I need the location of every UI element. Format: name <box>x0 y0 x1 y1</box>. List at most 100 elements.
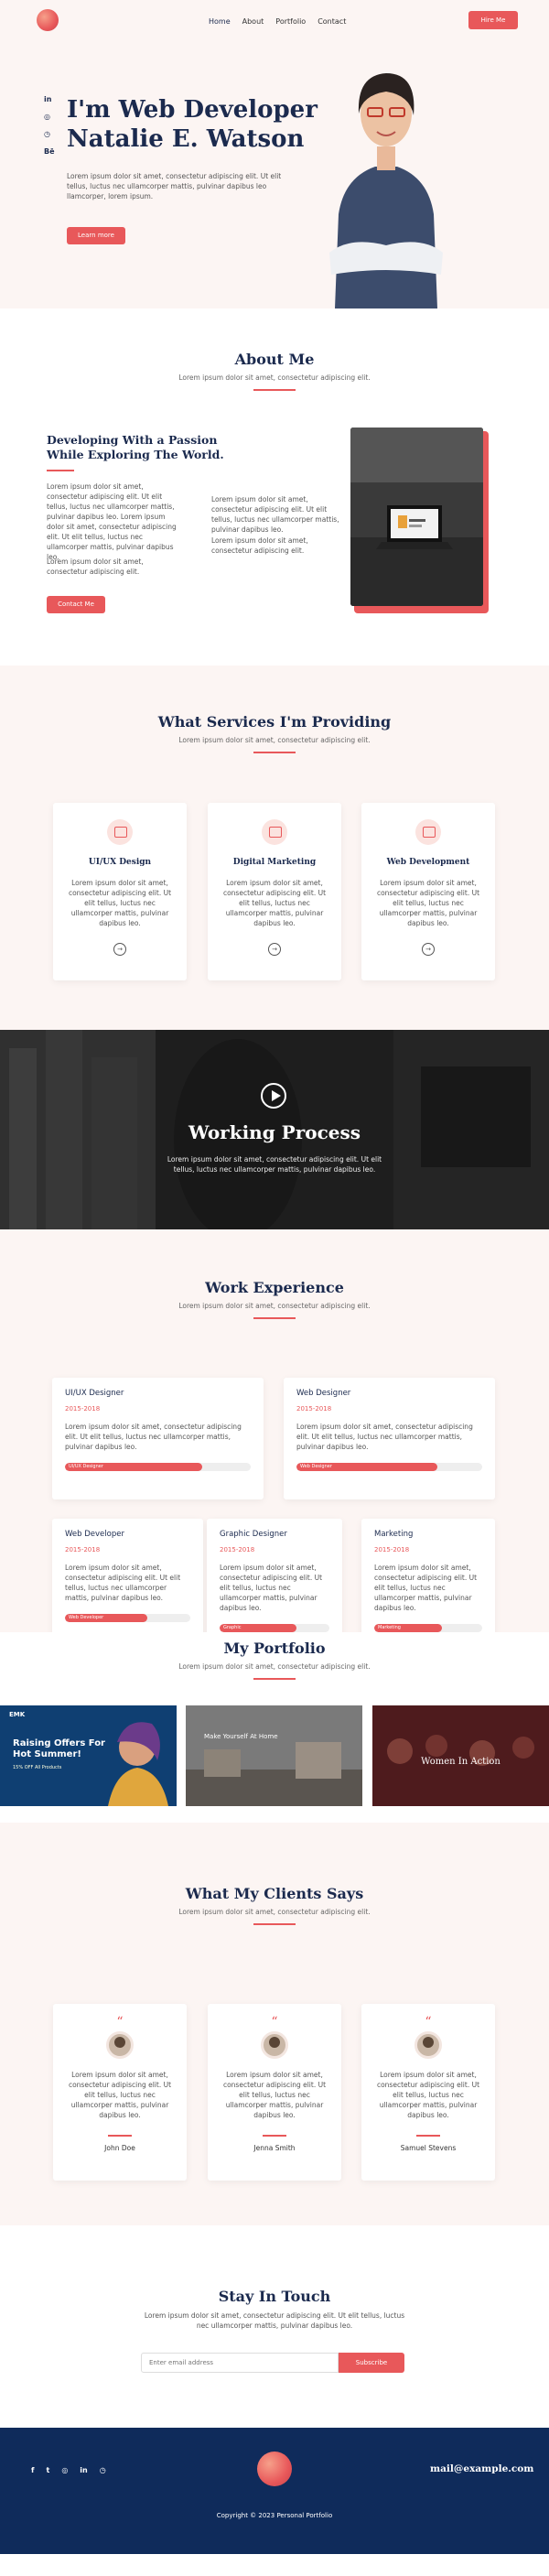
email-input[interactable] <box>141 2353 339 2373</box>
hero-social-links: in ◎ ◷ Bē <box>44 95 55 156</box>
skill-bar-fill: Web Developer <box>65 1614 148 1622</box>
portfolio-headline: Raising Offers For Hot Summer! <box>13 1738 105 1760</box>
testimonial-divider <box>108 2135 132 2137</box>
portfolio-item[interactable]: Make Yourself At Home <box>186 1705 362 1806</box>
client-name: Samuel Stevens <box>400 2144 457 2152</box>
job-description: Lorem ipsum dolor sit amet, consectetur … <box>296 1423 473 1451</box>
avatar <box>261 2031 288 2059</box>
about-heading-divider <box>47 470 74 471</box>
service-text: Lorem ipsum dolor sit amet, consectetur … <box>222 879 327 927</box>
quote-icon: “ <box>116 2015 124 2029</box>
job-title: Web Developer <box>65 1530 124 1539</box>
avatar <box>106 2031 134 2059</box>
testimonial-text: Lorem ipsum dolor sit amet, consectetur … <box>222 2071 327 2119</box>
main-nav: Home About Portfolio Contact <box>209 17 346 26</box>
experience-card: Web Designer 2015-2018 Lorem ipsum dolor… <box>284 1378 495 1499</box>
section-divider <box>253 752 296 753</box>
about-heading: Developing With a Passion While Explorin… <box>47 433 224 462</box>
skill-bar: Web Designer <box>296 1463 482 1471</box>
hire-me-button[interactable]: Hire Me <box>468 11 518 29</box>
hero-text: Lorem ipsum dolor sit amet, consectetur … <box>67 172 282 200</box>
instagram-icon[interactable]: ◎ <box>44 113 55 121</box>
play-video-button[interactable] <box>261 1083 286 1109</box>
section-divider <box>253 389 296 391</box>
services-subtitle: Lorem ipsum dolor sit amet, consectetur … <box>178 736 371 744</box>
about-paragraph-left-1: Lorem ipsum dolor sit amet, consectetur … <box>47 482 177 561</box>
service-text: Lorem ipsum dolor sit amet, consectetur … <box>376 879 480 927</box>
job-description: Lorem ipsum dolor sit amet, consectetur … <box>65 1564 181 1602</box>
experience-section: Work Experience Lorem ipsum dolor sit am… <box>0 1229 549 1640</box>
facebook-icon[interactable]: f <box>31 2466 34 2474</box>
hero-title-line1: I'm Web Developer <box>67 96 318 124</box>
hero-title: I'm Web Developer Natalie E. Watson <box>67 95 318 154</box>
behance-icon[interactable]: Bē <box>44 147 55 156</box>
quote-icon: “ <box>425 2015 432 2029</box>
working-process-section: Working Process Lorem ipsum dolor sit am… <box>0 1030 549 1229</box>
logo[interactable] <box>37 9 59 31</box>
experience-card: Web Developer 2015-2018 Lorem ipsum dolo… <box>52 1519 203 1640</box>
about-paragraph-left-2: Lorem ipsum dolor sit amet, consectetur … <box>47 557 144 576</box>
process-title: Working Process <box>188 1121 361 1143</box>
services-section: What Services I'm Providing Lorem ipsum … <box>0 666 549 1030</box>
testimonials-title: What My Clients Says <box>185 1885 364 1902</box>
avatar <box>414 2031 442 2059</box>
experience-card: Marketing 2015-2018 Lorem ipsum dolor si… <box>361 1519 495 1640</box>
contact-me-button[interactable]: Contact Me <box>47 596 105 613</box>
footer: f t ◎ in ◷ mail@example.com Copyright © … <box>0 2428 549 2554</box>
testimonial-divider <box>263 2135 286 2137</box>
testimonial-card: “ Lorem ipsum dolor sit amet, consectetu… <box>208 2004 341 2181</box>
copyright-text: Copyright © 2023 Personal Portfolio <box>216 2512 333 2519</box>
job-date: 2015-2018 <box>374 1546 410 1553</box>
service-card: UI/UX Design Lorem ipsum dolor sit amet,… <box>53 803 187 980</box>
portfolio-title: My Portfolio <box>223 1640 326 1657</box>
arrow-right-icon[interactable]: → <box>113 943 126 956</box>
twitter-icon[interactable]: t <box>46 2466 49 2474</box>
hero-portrait-image <box>329 73 443 308</box>
nav-contact[interactable]: Contact <box>318 17 346 26</box>
about-subtitle: Lorem ipsum dolor sit amet, consectetur … <box>178 373 371 382</box>
portfolio-item[interactable]: EMK Raising Offers For Hot Summer! 15% O… <box>0 1705 177 1806</box>
experience-subtitle: Lorem ipsum dolor sit amet, consectetur … <box>178 1302 371 1310</box>
job-title: UI/UX Designer <box>65 1389 124 1398</box>
service-title: Digital Marketing <box>232 858 317 867</box>
subscribe-text: Lorem ipsum dolor sit amet, consectetur … <box>144 2311 405 2330</box>
code-icon <box>415 819 441 845</box>
learn-more-button[interactable]: Learn more <box>67 227 125 244</box>
skill-bar-fill: Web Designer <box>296 1463 438 1471</box>
service-title: UI/UX Design <box>88 858 152 867</box>
portfolio-brand: EMK <box>9 1711 26 1718</box>
instagram-icon[interactable]: ◎ <box>61 2466 68 2474</box>
dribbble-icon[interactable]: ◷ <box>44 130 55 138</box>
nav-portfolio[interactable]: Portfolio <box>275 17 306 26</box>
nav-about[interactable]: About <box>242 17 264 26</box>
hero-title-line2: Natalie E. Watson <box>67 125 305 153</box>
job-description: Lorem ipsum dolor sit amet, consectetur … <box>374 1564 478 1612</box>
skill-bar-fill: UI/UX Designer <box>65 1463 203 1471</box>
footer-logo[interactable] <box>257 2452 292 2486</box>
testimonial-divider <box>416 2135 440 2137</box>
subscribe-button[interactable]: Subscribe <box>339 2353 404 2373</box>
experience-card: UI/UX Designer 2015-2018 Lorem ipsum dol… <box>52 1378 264 1499</box>
hero-section: Home About Portfolio Contact Hire Me in … <box>0 0 549 308</box>
portfolio-crowd-image <box>372 1705 549 1806</box>
section-divider <box>253 1678 296 1680</box>
linkedin-icon[interactable]: in <box>80 2466 87 2474</box>
section-divider <box>253 1923 296 1925</box>
testimonial-card: “ Lorem ipsum dolor sit amet, consectetu… <box>53 2004 187 2181</box>
nav-home[interactable]: Home <box>209 17 231 26</box>
arrow-right-icon[interactable]: → <box>268 943 281 956</box>
portfolio-person-image <box>108 1722 168 1806</box>
portfolio-headline-line2: Hot Summer! <box>13 1749 81 1759</box>
job-date: 2015-2018 <box>65 1546 101 1553</box>
portfolio-item[interactable]: Women In Action <box>372 1705 549 1806</box>
arrow-right-icon[interactable]: → <box>422 943 435 956</box>
linkedin-icon[interactable]: in <box>44 95 55 103</box>
footer-social-links: f t ◎ in ◷ <box>31 2466 106 2474</box>
about-heading-line2: While Exploring The World. <box>47 448 224 461</box>
dribbble-icon[interactable]: ◷ <box>100 2466 106 2474</box>
portfolio-section: My Portfolio Lorem ipsum dolor sit amet,… <box>0 1632 549 1823</box>
footer-email[interactable]: mail@example.com <box>430 2463 533 2474</box>
testimonial-text: Lorem ipsum dolor sit amet, consectetur … <box>68 2071 172 2119</box>
job-title: Web Designer <box>296 1389 351 1398</box>
service-text: Lorem ipsum dolor sit amet, consectetur … <box>68 879 172 927</box>
